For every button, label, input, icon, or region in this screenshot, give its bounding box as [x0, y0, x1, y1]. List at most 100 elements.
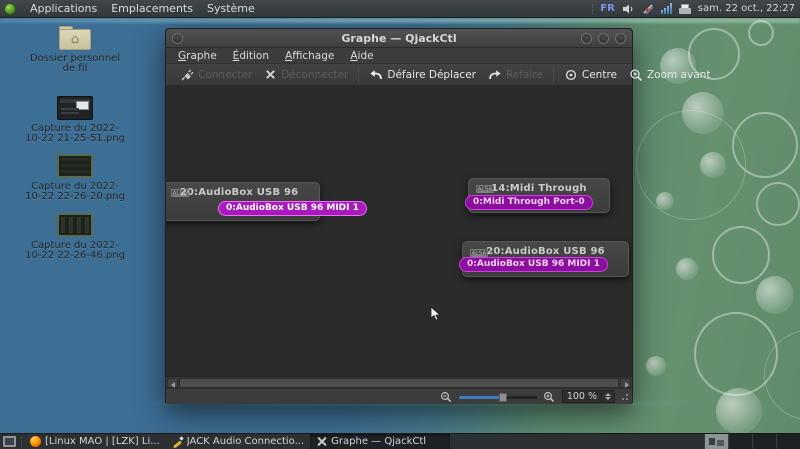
wallpaper-circle — [646, 356, 666, 376]
minimize-button[interactable] — [581, 32, 592, 44]
port-audiobox-midi-right[interactable]: 0:AudioBox USB 96 MIDI 1 — [459, 257, 608, 272]
center-target-icon — [565, 69, 576, 80]
maximize-button[interactable] — [598, 32, 609, 44]
zoom-in-button[interactable] — [542, 391, 557, 403]
redo-button[interactable]: Refaire — [483, 66, 548, 83]
desktop-icon-label: Capture du 2022- 10-22 22-26-20.png — [25, 181, 125, 202]
desktop-icon-screenshot-1[interactable]: Capture du 2022- 10-22 21-25-51.png — [5, 96, 145, 144]
wallpaper-circle — [676, 258, 698, 280]
zoom-out-button[interactable] — [439, 391, 454, 403]
scroll-right-arrow[interactable] — [620, 378, 631, 388]
wallpaper-circle — [716, 388, 762, 434]
window-menubar: Graphe Édition Affichage Aide — [166, 48, 632, 64]
panel-clock[interactable]: sam. 22 oct., 22:27 — [698, 3, 795, 14]
menu-aide[interactable]: Aide — [342, 50, 381, 62]
keyboard-layout-indicator[interactable]: FR — [600, 3, 615, 14]
center-button[interactable]: Centre — [559, 66, 622, 84]
screenshot-thumbnail-icon — [57, 96, 93, 120]
graph-canvas[interactable]: ALSA 20:AudioBox USB 96 0:AudioBox USB 9… — [166, 86, 632, 377]
menu-emplacements[interactable]: Emplacements — [111, 2, 193, 15]
panel-menus: Applications Emplacements Système — [0, 2, 255, 15]
close-button[interactable] — [615, 32, 626, 44]
zoom-slider[interactable] — [458, 391, 537, 403]
alsa-badge: ALSA — [470, 249, 488, 257]
spin-up-arrow[interactable] — [605, 393, 611, 396]
disconnect-x-icon — [266, 70, 276, 79]
qjackctl-graph-window: Graphe — QjackCtl Graphe Édition Afficha… — [165, 28, 710, 404]
node-title: 20:AudioBox USB 96 — [486, 246, 605, 257]
redo-icon — [489, 70, 501, 80]
port-midi-through[interactable]: 0:Midi Through Port-0 — [465, 195, 593, 210]
alsa-badge: ALSA — [171, 189, 189, 197]
zoom-in-toolbar-button[interactable]: Zoom avant — [624, 66, 715, 84]
magnifier-plus-icon — [630, 68, 643, 81]
disconnect-button[interactable]: Déconnecter — [259, 66, 353, 83]
wallpaper-circle — [636, 110, 746, 220]
zoom-slider-handle[interactable] — [498, 392, 507, 402]
folder-icon: ⌂ — [59, 26, 91, 50]
horizontal-scrollbar[interactable] — [166, 377, 632, 389]
screen: Applications Emplacements Système FR sam — [0, 0, 800, 449]
task-qjackctl-graph[interactable]: Graphe — QjackCtl — [310, 433, 451, 449]
workspace-3[interactable] — [752, 433, 776, 449]
taskbar: [Linux MAO | [LZK] Li... JACK Audio Conn… — [0, 433, 800, 449]
wallpaper-circle — [712, 226, 770, 284]
wallpaper-circle — [756, 182, 800, 226]
distro-logo-icon[interactable] — [4, 2, 16, 15]
print-queue-icon[interactable] — [678, 3, 691, 14]
scroll-left-arrow[interactable] — [167, 378, 178, 388]
show-desktop-button[interactable] — [3, 436, 16, 447]
wallpaper-circle — [756, 276, 794, 314]
window-resize-grip[interactable] — [621, 392, 629, 401]
menu-applications[interactable]: Applications — [30, 2, 97, 15]
task-jack-connections[interactable]: JACK Audio Connectio... — [166, 434, 310, 449]
tray-separator — [592, 3, 594, 14]
magnifier-minus-icon — [440, 391, 451, 402]
desktop-icon-home-folder[interactable]: ⌂ Dossier personnel de fil — [5, 26, 145, 74]
graph-asterisk-icon — [316, 436, 327, 447]
workspace-1[interactable] — [704, 433, 728, 449]
menu-graphe[interactable]: Graphe — [170, 50, 225, 62]
zoom-percent-value: 100 % — [566, 391, 597, 402]
screenshot-thumbnail-icon — [57, 213, 93, 237]
scrollbar-thumb[interactable] — [179, 378, 619, 388]
workspace-2[interactable] — [728, 433, 752, 449]
port-audiobox-midi-left[interactable]: 0:AudioBox USB 96 MIDI 1 — [218, 201, 367, 216]
firefox-icon — [30, 436, 41, 447]
desktop-icon-label: Capture du 2022- 10-22 22-26-46.png — [25, 240, 125, 261]
wallpaper-highlight-band — [0, 18, 800, 23]
desktop-icon-screenshot-2[interactable]: Capture du 2022- 10-22 22-26-20.png — [5, 154, 145, 202]
alsa-badge: ALSA — [476, 185, 494, 193]
wallpaper-circle — [656, 192, 674, 210]
volume-icon[interactable] — [622, 3, 635, 15]
desktop-icon-label: Capture du 2022- 10-22 21-25-51.png — [25, 123, 125, 144]
desktop-icon-screenshot-3[interactable]: Capture du 2022- 10-22 22-26-46.png — [5, 213, 145, 261]
menu-edition[interactable]: Édition — [225, 50, 277, 62]
mouse-cursor — [430, 306, 442, 321]
toolbar-separator — [552, 66, 554, 83]
taskbar-separator — [21, 436, 22, 447]
jack-tool-icon — [172, 436, 183, 447]
window-titlebar[interactable]: Graphe — QjackCtl — [166, 29, 632, 48]
zoom-percent-spinbox[interactable]: 100 % — [561, 390, 615, 403]
window-menu-button[interactable] — [172, 32, 183, 44]
spin-down-arrow[interactable] — [605, 397, 611, 400]
window-statusbar: 100 % — [166, 389, 632, 404]
connect-button[interactable]: Connecter — [175, 66, 257, 84]
window-toolbar: Connecter Déconnecter Défaire Déplacer R… — [166, 64, 710, 86]
menu-affichage[interactable]: Affichage — [277, 50, 342, 62]
toolbar-separator — [358, 66, 360, 83]
task-firefox[interactable]: [Linux MAO | [LZK] Li... — [24, 434, 166, 449]
network-monitor-icon[interactable] — [660, 3, 672, 14]
workspace-switcher — [704, 433, 800, 449]
desktop-icon-label: Dossier personnel de fil — [29, 53, 120, 74]
plug-icon — [181, 69, 194, 80]
screenshot-thumbnail-icon — [57, 154, 93, 178]
undo-button[interactable]: Défaire Déplacer — [364, 66, 481, 83]
window-title: Graphe — QjackCtl — [341, 31, 457, 45]
qjackctl-tray-icon[interactable] — [642, 3, 654, 15]
top-panel: Applications Emplacements Système FR sam — [0, 0, 800, 18]
workspace-4[interactable] — [776, 433, 800, 449]
node-title: 20:AudioBox USB 96 — [179, 187, 299, 198]
menu-systeme[interactable]: Système — [207, 2, 255, 15]
